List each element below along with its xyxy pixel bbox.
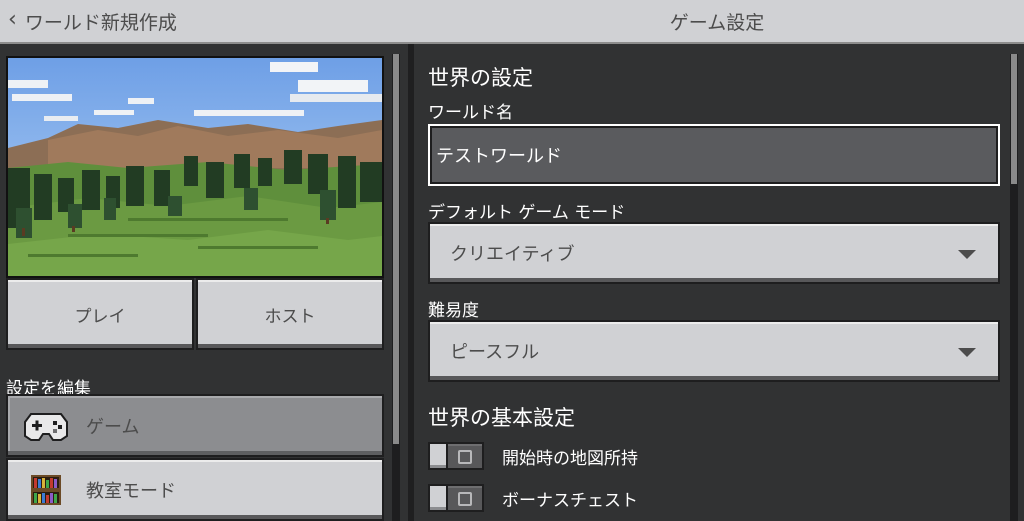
back-button[interactable]: ‹ ワールド新規作成 xyxy=(0,0,185,42)
toggle-off-icon xyxy=(458,492,472,506)
difficulty-dropdown[interactable]: ピースフル xyxy=(428,320,1000,382)
chevron-down-icon xyxy=(958,250,976,259)
bonus-chest-toggle[interactable] xyxy=(428,484,484,512)
toggle-knob xyxy=(428,484,448,512)
host-button-label: ホスト xyxy=(264,306,316,327)
default-game-mode-dropdown[interactable]: クリエイティブ xyxy=(428,222,1000,284)
left-panel: プレイ ホスト 設定を編集 ゲーム 教室モード xyxy=(0,44,410,521)
difficulty-label: 難易度 xyxy=(428,301,479,321)
chevron-left-icon: ‹ xyxy=(8,7,17,32)
back-button-label: ワールド新規作成 xyxy=(24,11,177,34)
page-title: ゲーム設定 xyxy=(669,11,765,34)
sidebar-item-classroom-mode-label: 教室モード xyxy=(86,480,176,502)
world-preview-image xyxy=(6,56,384,278)
header-bar: ‹ ワールド新規作成 ゲーム設定 xyxy=(0,0,1024,44)
sidebar-item-game[interactable]: ゲーム xyxy=(6,394,384,457)
starting-map-toggle[interactable] xyxy=(428,442,484,470)
play-button[interactable]: プレイ xyxy=(6,278,194,350)
gamepad-icon xyxy=(22,406,70,446)
difficulty-value: ピースフル xyxy=(450,342,540,363)
settings-panel: 世界の設定 ワールド名 テストワールド デフォルト ゲーム モード クリエイティ… xyxy=(414,44,1024,521)
chevron-down-icon xyxy=(958,348,976,357)
world-settings-heading: 世界の設定 xyxy=(428,66,533,90)
default-game-mode-value: クリエイティブ xyxy=(450,244,575,265)
toggle-row-starting-map: 開始時の地図所持 xyxy=(428,440,638,472)
starting-map-label: 開始時の地図所持 xyxy=(502,448,638,469)
toggle-track xyxy=(446,486,482,510)
host-button[interactable]: ホスト xyxy=(196,278,384,350)
world-preview-landscape xyxy=(8,58,382,276)
bookshelf-icon xyxy=(22,470,70,510)
world-name-label: ワールド名 xyxy=(428,103,513,123)
left-scrollbar-thumb[interactable] xyxy=(393,54,399,444)
toggle-row-bonus-chest: ボーナスチェスト xyxy=(428,482,638,514)
toggle-track xyxy=(446,444,482,468)
world-options-heading: 世界の基本設定 xyxy=(428,406,575,430)
world-name-value: テストワールド xyxy=(436,146,562,167)
bonus-chest-label: ボーナスチェスト xyxy=(502,490,638,511)
world-name-input[interactable]: テストワールド xyxy=(428,124,1000,186)
sidebar-item-classroom-mode[interactable]: 教室モード xyxy=(6,458,384,521)
toggle-off-icon xyxy=(458,450,472,464)
default-game-mode-label: デフォルト ゲーム モード xyxy=(428,203,626,223)
play-button-label: プレイ xyxy=(74,306,126,327)
game-settings-screen: ‹ ワールド新規作成 ゲーム設定 プレイ ホスト 設定を編集 ゲーム 教室モード… xyxy=(0,0,1024,521)
right-scrollbar-thumb[interactable] xyxy=(1011,54,1017,184)
sidebar-item-game-label: ゲーム xyxy=(86,416,140,438)
toggle-knob xyxy=(428,442,448,470)
